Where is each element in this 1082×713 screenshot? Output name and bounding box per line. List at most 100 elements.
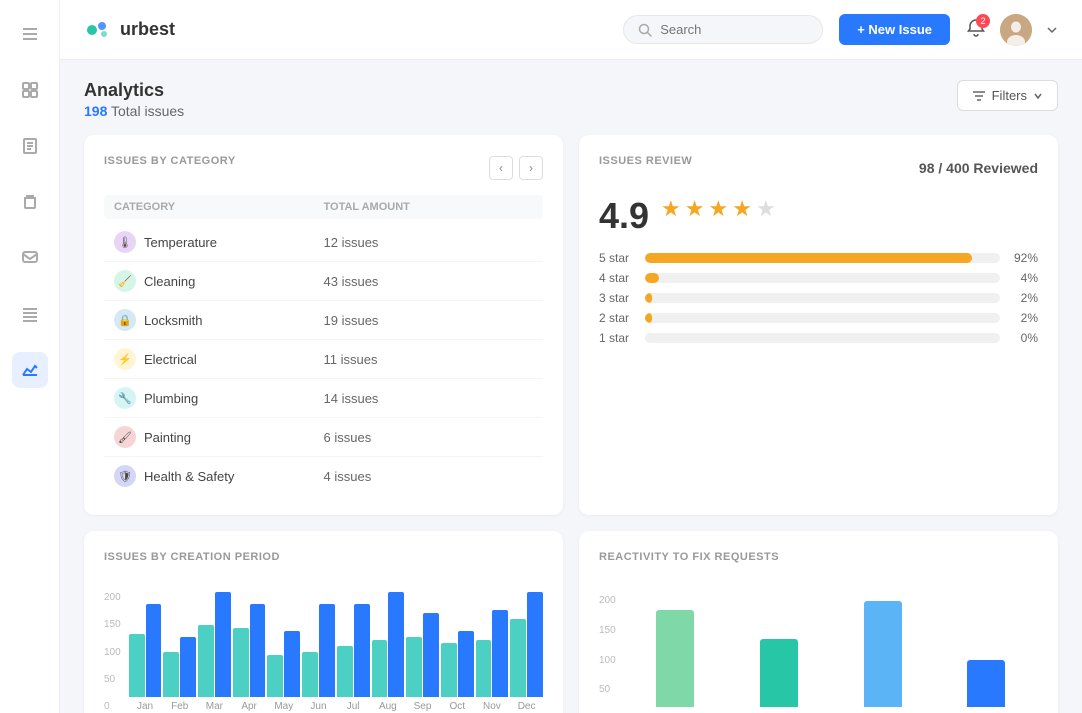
sidebar-list-icon[interactable] [12, 296, 48, 332]
bar-group [198, 592, 231, 697]
new-issue-button[interactable]: + New Issue [839, 14, 950, 45]
last-year-bar [337, 646, 353, 697]
review-bar-row: 5 star 92% [599, 251, 1038, 265]
review-bar-row: 3 star 2% [599, 291, 1038, 305]
react-bar [967, 660, 1005, 707]
table-row: 🔒 Locksmith 19 issues [104, 301, 543, 340]
notification-icon[interactable]: 2 [966, 18, 986, 41]
period-x-labels: JanFebMarAprMayJunJulAugSepOctNovDec [129, 701, 543, 712]
month-label: Jul [337, 701, 370, 712]
react-bar [760, 639, 798, 707]
page-title: Analytics [84, 80, 184, 101]
react-bar-col [656, 610, 694, 708]
this-year-bar [423, 613, 439, 697]
month-label: Jan [129, 701, 162, 712]
col-category: CATEGORY [114, 201, 324, 213]
category-icon: 🖌 [114, 426, 136, 448]
this-year-bar [354, 604, 370, 697]
star-1: ★ [661, 196, 681, 222]
category-name: Health & Safety [144, 469, 234, 484]
this-year-bar [284, 631, 300, 697]
review-bar-row: 1 star 0% [599, 331, 1038, 345]
table-row: 🖌 Painting 6 issues [104, 418, 543, 457]
bar-group [441, 631, 474, 697]
react-y-100: 100 [599, 655, 616, 666]
react-y-200: 200 [599, 595, 616, 606]
avatar-chevron-icon[interactable] [1046, 24, 1058, 36]
month-label: Apr [233, 701, 266, 712]
table-prev-button[interactable]: ‹ [489, 156, 513, 180]
user-avatar[interactable] [1000, 14, 1032, 46]
last-year-bar [198, 625, 214, 697]
category-table-body: 🌡 Temperature 12 issues 🧹 Cleaning 43 is… [104, 223, 543, 495]
sidebar-document-icon[interactable] [12, 128, 48, 164]
y-label-200: 200 [104, 592, 121, 603]
sidebar-analytics-icon[interactable] [12, 352, 48, 388]
y-label-50: 50 [104, 674, 121, 685]
filters-label: Filters [992, 88, 1027, 103]
total-label: Total issues [111, 103, 184, 119]
bar-star-label: 3 star [599, 291, 637, 305]
sidebar-menu-icon[interactable] [12, 16, 48, 52]
category-icon: ⚡ [114, 348, 136, 370]
reactivity-title: REACTIVITY TO FIX REQUESTS [599, 551, 1038, 563]
bar-fill [645, 253, 972, 263]
sidebar-message-icon[interactable] [12, 240, 48, 276]
amount-cell: 4 issues [324, 469, 534, 484]
bar-group [510, 592, 543, 697]
bar-track [645, 293, 1000, 303]
y-label-100: 100 [104, 647, 121, 658]
reactivity-y-axis: 0 50 100 150 200 [599, 595, 616, 713]
issues-by-period-card: ISSUES BY CREATION PERIOD 0 50 100 150 2… [84, 531, 563, 713]
bar-group [302, 604, 335, 697]
category-icon: 🧹 [114, 270, 136, 292]
bar-star-label: 1 star [599, 331, 637, 345]
this-year-bar [215, 592, 231, 697]
bar-star-label: 5 star [599, 251, 637, 265]
bar-fill [645, 273, 659, 283]
category-cell: 🔧 Plumbing [114, 387, 324, 409]
bar-group [233, 604, 266, 697]
category-cell: 🖌 Painting [114, 426, 324, 448]
logo-text: urbest [120, 19, 175, 40]
bar-track [645, 253, 1000, 263]
last-year-bar [302, 652, 318, 697]
filters-button[interactable]: Filters [957, 80, 1058, 111]
category-icon: 🔒 [114, 309, 136, 331]
review-bars: 5 star 92% 4 star 4% 3 star 2% 2 star 2%… [599, 251, 1038, 345]
react-y-150: 150 [599, 625, 616, 636]
month-label: Dec [510, 701, 543, 712]
category-cell: ⚡ Electrical [114, 348, 324, 370]
category-name: Painting [144, 430, 191, 445]
amount-cell: 12 issues [324, 235, 534, 250]
notification-badge: 2 [976, 14, 990, 28]
last-year-bar [129, 634, 145, 697]
last-year-bar [163, 652, 179, 697]
table-nav: ‹ › [489, 156, 543, 180]
month-label: Nov [476, 701, 509, 712]
filter-icon [972, 89, 986, 103]
search-input[interactable] [660, 22, 800, 37]
search-bar[interactable] [623, 15, 823, 44]
table-next-button[interactable]: › [519, 156, 543, 180]
amount-cell: 43 issues [324, 274, 534, 289]
bar-pct-label: 92% [1008, 251, 1038, 265]
reviewed-count: 98 / 400 Reviewed [919, 160, 1038, 176]
react-bar [864, 601, 902, 707]
y-label-150: 150 [104, 619, 121, 630]
bar-group [267, 631, 300, 697]
amount-cell: 14 issues [324, 391, 534, 406]
this-year-bar [388, 592, 404, 697]
react-bar-col [760, 639, 798, 707]
sidebar-trash-icon[interactable] [12, 184, 48, 220]
sidebar-dashboard-icon[interactable] [12, 72, 48, 108]
table-row: 🧹 Cleaning 43 issues [104, 262, 543, 301]
issues-review-title: ISSUES REVIEW [599, 155, 692, 167]
logo: urbest [84, 16, 175, 44]
bar-star-label: 2 star [599, 311, 637, 325]
table-header: CATEGORY TOTAL AMOUNT [104, 195, 543, 219]
table-row: 🔧 Plumbing 14 issues [104, 379, 543, 418]
bar-pct-label: 2% [1008, 291, 1038, 305]
y-label-0: 0 [104, 701, 121, 712]
logo-icon [84, 16, 112, 44]
